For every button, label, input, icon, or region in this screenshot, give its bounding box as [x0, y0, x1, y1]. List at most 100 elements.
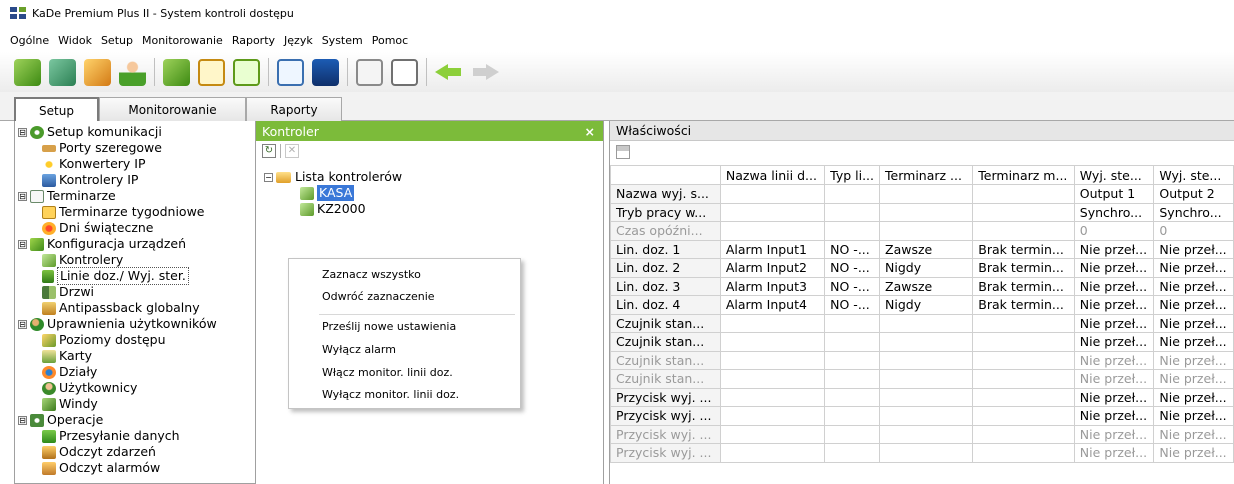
table-cell[interactable]: Brak termin...: [972, 276, 1075, 296]
menu-ogolne[interactable]: Ogólne: [10, 34, 49, 47]
table-cell[interactable]: Nie przeł...: [1153, 332, 1234, 352]
tree-item-lista-kontrolerow[interactable]: − Lista kontrolerów: [264, 169, 402, 185]
menu-widok[interactable]: Widok: [58, 34, 92, 47]
tree-item-kontrolery-ip[interactable]: Kontrolery IP: [42, 172, 138, 188]
grid-column-header[interactable]: Wyj. ste...: [1073, 165, 1155, 185]
row-header[interactable]: Czujnik stan...: [610, 369, 721, 389]
row-header[interactable]: Przycisk wyj. ...: [610, 424, 721, 444]
table-cell[interactable]: Nie przeł...: [1153, 406, 1234, 426]
table-cell[interactable]: [879, 202, 974, 222]
row-header[interactable]: Nazwa wyj. s...: [610, 184, 721, 204]
row-header[interactable]: Tryb pracy w...: [610, 202, 721, 222]
table-cell[interactable]: [972, 221, 1075, 241]
grid-column-header[interactable]: Nazwa linii d...: [719, 165, 826, 185]
table-cell[interactable]: Nie przeł...: [1073, 258, 1155, 278]
collapse-icon[interactable]: ⊟: [18, 191, 27, 201]
table-row[interactable]: Przycisk wyj. ... Nie przeł... Nie przeł..…: [610, 406, 1234, 426]
table-cell[interactable]: [972, 443, 1075, 463]
table-cell[interactable]: 0: [1073, 221, 1155, 241]
table-cell[interactable]: [879, 406, 974, 426]
table-cell[interactable]: Alarm Input4: [719, 295, 826, 315]
table-cell[interactable]: Alarm Input1: [719, 239, 826, 259]
save-icon[interactable]: [616, 145, 630, 159]
search-icon[interactable]: [356, 58, 383, 86]
table-cell[interactable]: Alarm Input3: [719, 276, 826, 296]
tree-item-terminarze-tygodniowe[interactable]: Terminarze tygodniowe: [42, 204, 205, 220]
table-cell[interactable]: [972, 406, 1075, 426]
table-cell[interactable]: NO -...: [824, 295, 881, 315]
collapse-icon[interactable]: ⊟: [18, 127, 27, 137]
table-cell[interactable]: [719, 313, 826, 333]
menu-setup[interactable]: Setup: [101, 34, 133, 47]
table-cell[interactable]: [972, 332, 1075, 352]
refresh-icon[interactable]: ↻: [262, 144, 276, 158]
row-header[interactable]: Czujnik stan...: [610, 313, 721, 333]
grid-column-header[interactable]: Terminarz m...: [972, 165, 1075, 185]
calendar-icon[interactable]: [391, 58, 418, 86]
tree-item-drzwi[interactable]: Drzwi: [42, 284, 94, 300]
collapse-icon[interactable]: ⊟: [18, 319, 27, 329]
table-cell[interactable]: Synchro...: [1153, 202, 1234, 222]
row-header[interactable]: Przycisk wyj. ...: [610, 406, 721, 426]
table-cell[interactable]: Zawsze: [879, 276, 974, 296]
table-cell[interactable]: Nie przeł...: [1153, 369, 1234, 389]
table-cell[interactable]: [972, 313, 1075, 333]
menu-system[interactable]: System: [322, 34, 363, 47]
document-icon[interactable]: [198, 58, 225, 86]
table-cell[interactable]: NO -...: [824, 258, 881, 278]
table-row[interactable]: Przycisk wyj. ... Nie przeł... Nie przeł..…: [610, 424, 1234, 444]
row-header[interactable]: Czujnik stan...: [610, 350, 721, 370]
row-header[interactable]: Lin. doz. 4: [610, 295, 721, 315]
menu-item-wylacz-monitor[interactable]: Wyłącz monitor. linii doz.: [322, 386, 459, 404]
tree-item-uzytkownicy[interactable]: Użytkownicy: [42, 380, 137, 396]
table-cell[interactable]: [719, 202, 826, 222]
table-cell[interactable]: Brak termin...: [972, 258, 1075, 278]
menu-raporty[interactable]: Raporty: [232, 34, 275, 47]
menu-pomoc[interactable]: Pomoc: [372, 34, 408, 47]
tree-item-antipassback[interactable]: Antipassback globalny: [42, 300, 200, 316]
tree-item-odczyt-alarmow[interactable]: Odczyt alarmów: [42, 460, 160, 476]
tab-setup[interactable]: Setup: [14, 97, 99, 122]
table-cell[interactable]: [719, 387, 826, 407]
tree-item-konwertery-ip[interactable]: Konwertery IP: [42, 156, 146, 172]
menu-monitorowanie[interactable]: Monitorowanie: [142, 34, 223, 47]
table-cell[interactable]: [972, 387, 1075, 407]
row-header[interactable]: Czujnik stan...: [610, 332, 721, 352]
table-cell[interactable]: [824, 184, 881, 204]
table-cell[interactable]: [824, 406, 881, 426]
table-cell[interactable]: Nie przeł...: [1153, 424, 1234, 444]
tree-item-uprawnienia[interactable]: ⊟ Uprawnienia użytkowników: [18, 316, 217, 332]
collapse-icon[interactable]: −: [264, 172, 273, 182]
table-cell[interactable]: [879, 184, 974, 204]
table-cell[interactable]: [972, 184, 1075, 204]
user-icon[interactable]: [119, 58, 146, 86]
table-cell[interactable]: [824, 221, 881, 241]
table-cell[interactable]: [719, 221, 826, 241]
tree-item-przesylanie-danych[interactable]: Przesyłanie danych: [42, 428, 180, 444]
table-cell[interactable]: [972, 350, 1075, 370]
table-cell[interactable]: [879, 221, 974, 241]
table-cell[interactable]: Zawsze: [879, 239, 974, 259]
table-cell[interactable]: Nie przeł...: [1153, 276, 1234, 296]
table-cell[interactable]: [972, 369, 1075, 389]
table-cell[interactable]: Nie przeł...: [1153, 258, 1234, 278]
table-cell[interactable]: Nie przeł...: [1073, 369, 1155, 389]
delete-icon[interactable]: ✕: [285, 144, 299, 158]
collapse-icon[interactable]: ⊟: [18, 415, 27, 425]
table-cell[interactable]: [879, 443, 974, 463]
row-header[interactable]: Lin. doz. 2: [610, 258, 721, 278]
back-arrow-icon[interactable]: [435, 62, 463, 82]
table-cell[interactable]: Nie przeł...: [1073, 350, 1155, 370]
tab-monitorowanie[interactable]: Monitorowanie: [99, 97, 246, 121]
table-cell[interactable]: Nie przeł...: [1073, 239, 1155, 259]
table-cell[interactable]: Output 1: [1073, 184, 1155, 204]
menu-item-przeslij-ustawienia[interactable]: Prześlij nowe ustawienia: [322, 318, 456, 336]
tree-item-dni-swiateczne[interactable]: Dni świąteczne: [42, 220, 154, 236]
table-row[interactable]: Czujnik stan... Nie przeł... Nie przeł...: [610, 332, 1234, 352]
table-cell[interactable]: [824, 202, 881, 222]
table-cell[interactable]: Nie przeł...: [1073, 406, 1155, 426]
grid-column-header[interactable]: Terminarz ...: [879, 165, 974, 185]
table-cell[interactable]: [879, 313, 974, 333]
menu-item-wylacz-alarm[interactable]: Wyłącz alarm: [322, 341, 396, 359]
table-cell[interactable]: [719, 350, 826, 370]
